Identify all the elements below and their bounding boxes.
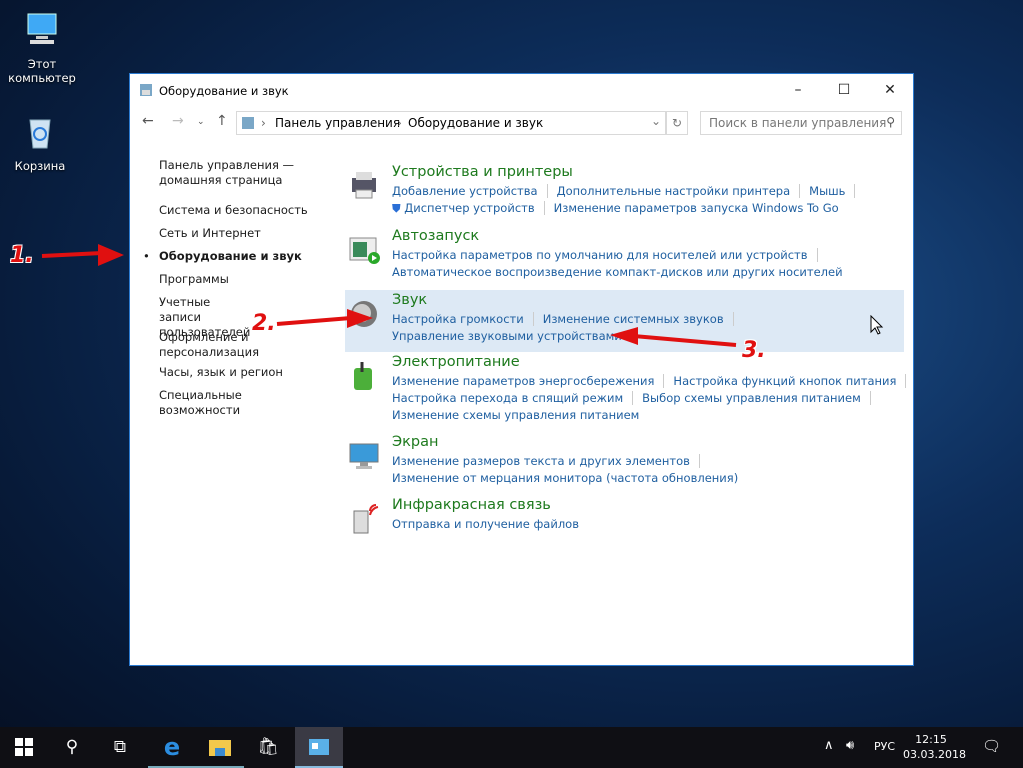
store-button[interactable]: 🛍 [244,727,292,768]
windows-logo-icon [15,738,33,756]
maximize-button[interactable]: ☐ [821,74,867,106]
search-icon: ⚲ [65,737,79,757]
address-bar[interactable]: › Панель управления › Оборудование и зву… [236,111,666,135]
desktop-icon-label: Корзина [14,159,66,173]
explorer-button[interactable] [196,727,244,768]
search-icon: ⚲ [886,115,895,129]
search-button[interactable]: ⚲ [48,727,96,768]
link-manage-audio-devices[interactable]: Управление звуковыми устройствами [392,329,622,343]
category-title[interactable]: Устройства и принтеры [392,164,573,180]
annotation-arrow-3 [610,327,737,347]
shield-icon: ⛊ [392,201,401,215]
category-title[interactable]: Экран [392,434,438,450]
nav-accessibility[interactable]: Специальные возможности [159,388,319,418]
clock-time: 12:15 [915,733,947,746]
up-icon[interactable]: ↑ [216,113,228,129]
computer-icon [27,13,57,44]
link-device-manager[interactable]: Диспетчер устройств [404,201,545,215]
monitor-icon [349,443,379,469]
title-bar[interactable]: Оборудование и звук – ☐ ✕ [130,74,913,106]
infrared-icon [353,504,379,534]
control-panel-icon [242,117,254,129]
breadcrumb-hardware-sound[interactable]: Оборудование и звук [408,116,543,130]
chevron-up-icon[interactable]: ∧ [824,738,834,753]
recent-chevron-icon[interactable]: ⌄ [197,117,205,127]
task-view-button[interactable]: ⧉ [96,727,144,768]
nav-home[interactable]: Панель управления — домашняя страница [159,158,319,188]
edge-button[interactable]: e [148,727,196,768]
category-title[interactable]: Автозапуск [392,228,479,244]
nav-programs[interactable]: Программы [159,272,319,287]
link-system-sounds[interactable]: Изменение системных звуков [542,312,734,326]
link-edit-power-plan[interactable]: Изменение схемы управления питанием [392,408,639,422]
forward-icon[interactable]: → [172,113,184,129]
category-title[interactable]: Электропитание [392,354,520,370]
link-mouse[interactable]: Мышь [809,184,856,198]
nav-clock-region[interactable]: Часы, язык и регион [159,365,319,380]
printer-icon [352,172,376,199]
recycle-bin-icon [29,119,51,149]
link-power-saving[interactable]: Изменение параметров энергосбережения [392,374,665,388]
control-panel-taskbar-button[interactable] [295,727,343,768]
folder-icon [209,740,231,756]
link-windows-to-go[interactable]: Изменение параметров запуска Windows To … [554,201,848,215]
search-input[interactable]: Поиск в панели управления ⚲ [700,111,902,135]
edge-icon: e [163,733,181,761]
start-button[interactable] [0,727,48,768]
close-button[interactable]: ✕ [867,74,913,106]
navigation-buttons: ← → ⌄ ↑ [142,111,237,135]
control-panel-icon [309,739,329,755]
annotation-arrow-2 [276,309,373,328]
link-autoplay-defaults[interactable]: Настройка параметров по умолчанию для но… [392,248,818,262]
window-title: Оборудование и звук [159,84,289,98]
desktop-icon-recycle-bin[interactable]: Корзина [0,112,80,173]
link-sleep[interactable]: Настройка перехода в спящий режим [392,391,634,405]
link-printer-settings[interactable]: Дополнительные настройки принтера [556,184,801,198]
power-icon [354,362,372,390]
mouse-cursor-icon [870,315,884,335]
notifications-icon[interactable]: 🗨︎ [982,737,1001,755]
category-title[interactable]: Звук [392,292,427,308]
store-icon: 🛍 [257,737,279,757]
taskbar: ⚲ ⧉ e 🛍 ∧ 🔊︎ РУС 12:15 03.03.2018 🗨︎ [0,727,1023,768]
clock-date: 03.03.2018 [903,748,966,761]
nav-network[interactable]: Сеть и Интернет [159,226,319,241]
link-text-size[interactable]: Изменение размеров текста и других элеме… [392,454,700,468]
link-add-device[interactable]: Добавление устройства [392,184,548,198]
annotation-step-2: 2. [252,311,276,336]
refresh-icon[interactable]: ↻ [666,111,688,135]
category-title[interactable]: Инфракрасная связь [392,497,551,513]
link-adjust-volume[interactable]: Настройка громкости [392,312,534,326]
address-dropdown-icon[interactable]: ⌄ [651,114,661,128]
task-view-icon: ⧉ [113,737,127,757]
annotation-step-3: 3. [742,338,766,363]
minimize-button[interactable]: – [775,74,821,106]
nav-system-security[interactable]: Система и безопасность [159,203,319,218]
search-placeholder: Поиск в панели управления [709,116,887,130]
back-icon[interactable]: ← [142,113,154,129]
annotation-step-1: 1. [10,243,34,268]
active-bullet: • [143,249,150,263]
volume-icon[interactable]: 🔊︎ [846,738,854,753]
link-power-buttons[interactable]: Настройка функций кнопок питания [673,374,907,388]
breadcrumb-control-panel[interactable]: Панель управления [275,116,400,130]
nav-hardware-sound[interactable]: Оборудование и звук [159,249,319,264]
control-panel-window: Оборудование и звук – ☐ ✕ ← → ⌄ ↑ › Пане… [129,73,914,666]
language-indicator[interactable]: РУС [874,740,895,753]
desktop-icon-this-pc[interactable]: Этот компьютер [2,10,82,85]
link-power-plan[interactable]: Выбор схемы управления питанием [642,391,871,405]
desktop-icon-label: Этот компьютер [8,57,76,85]
autoplay-icon [349,237,380,264]
nav-appearance[interactable]: Оформление и персонализация [159,330,259,360]
link-refresh-rate[interactable]: Изменение от мерцания монитора (частота … [392,471,738,485]
annotation-arrow-1 [41,244,124,266]
link-autoplay-cds[interactable]: Автоматическое воспроизведение компакт-д… [392,265,843,279]
control-panel-icon [140,84,152,96]
clock[interactable]: 12:15 03.03.2018 [903,732,966,762]
link-send-receive-files[interactable]: Отправка и получение файлов [392,517,579,531]
